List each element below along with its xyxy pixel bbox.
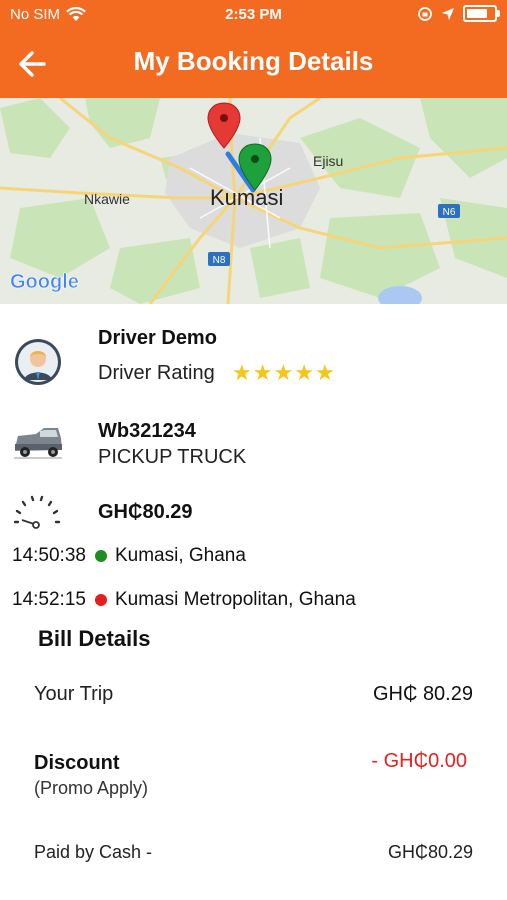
dropoff-location: Kumasi Metropolitan, Ghana xyxy=(114,589,356,610)
map-canvas: N6 N8 Kumasi Nkawie Ejisu Google xyxy=(0,98,507,304)
pickup-time: 14:50:38 xyxy=(12,545,86,566)
paid-by-cash-label: Paid by Cash - xyxy=(34,842,153,862)
star-icon: ★ xyxy=(273,360,294,385)
rating-stars: ★ ★ ★ ★ ★ xyxy=(232,362,335,384)
speedometer-icon xyxy=(13,495,61,529)
n6-label: N6 xyxy=(443,207,456,218)
status-bar: No SIM 2:53 PM xyxy=(0,0,507,30)
bill-details-title: Bill Details xyxy=(38,626,151,651)
dropoff-dot-icon xyxy=(94,594,107,606)
your-trip-value: GH₵ 80.29 xyxy=(372,683,473,705)
your-trip-label: Your Trip xyxy=(34,683,114,705)
discount-label: Discount xyxy=(34,752,120,774)
pickup-dot-icon xyxy=(94,550,107,562)
star-icon: ★ xyxy=(294,360,314,385)
vehicle-plate: Wb321234 xyxy=(98,420,196,442)
google-logo: Google xyxy=(10,271,79,293)
rotation-lock-icon xyxy=(418,6,432,21)
promo-note: (Promo Apply) xyxy=(34,778,149,798)
discount-value: - GH₵0.00 xyxy=(371,750,467,772)
driver-rating-label: Driver Rating xyxy=(98,362,215,384)
vehicle-type: PICKUP TRUCK xyxy=(98,446,247,468)
star-icon: ★ xyxy=(232,360,252,385)
status-right xyxy=(417,5,500,22)
fare-amount: GH₵80.29 xyxy=(98,501,193,523)
paid-by-cash-value: GH₵80.29 xyxy=(387,842,473,862)
map-label-kumasi: Kumasi xyxy=(210,185,283,210)
map-view[interactable]: N6 N8 Kumasi Nkawie Ejisu Google xyxy=(0,98,507,304)
n8-label: N8 xyxy=(213,255,226,266)
header-bar: My Booking Details xyxy=(0,30,507,98)
battery-icon xyxy=(463,5,500,22)
star-icon: ★ xyxy=(314,360,335,385)
driver-avatar-icon xyxy=(15,339,61,385)
page-title: My Booking Details xyxy=(133,46,374,76)
map-label-ejisu: Ejisu xyxy=(313,153,343,169)
dropoff-time: 14:52:15 xyxy=(12,589,86,610)
map-label-nkawie: Nkawie xyxy=(84,191,130,207)
pickup-truck-icon xyxy=(14,428,62,459)
dropoff-row: 14:52:15 Kumasi Metropolitan, Ghana xyxy=(12,589,356,611)
pickup-row: 14:50:38 Kumasi, Ghana xyxy=(12,545,246,567)
pickup-location: Kumasi, Ghana xyxy=(114,545,246,566)
location-arrow-icon xyxy=(442,7,454,20)
driver-name: Driver Demo xyxy=(98,327,217,349)
star-icon: ★ xyxy=(252,360,273,385)
